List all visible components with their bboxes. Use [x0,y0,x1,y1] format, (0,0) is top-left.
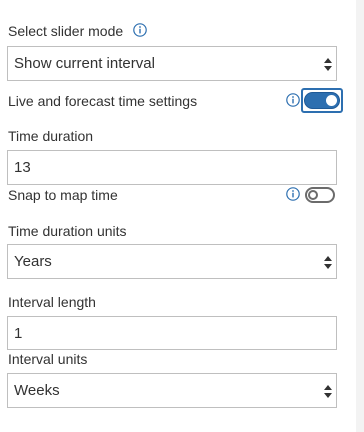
time-duration-units-label: Time duration units [8,223,127,239]
select-arrows-icon [324,385,332,398]
interval-length-input[interactable]: 1 [7,316,337,350]
snap-to-map-time-toggle[interactable] [305,187,335,203]
toggle-knob [326,95,337,106]
interval-length-value: 1 [14,325,23,342]
info-icon[interactable] [286,93,300,107]
interval-units-select[interactable]: Weeks [7,373,337,408]
time-slider-settings-panel: Select slider mode Show current interval… [0,0,348,432]
time-duration-units-value: Years [14,253,52,270]
slider-mode-select[interactable]: Show current interval [7,46,337,81]
live-forecast-toggle[interactable] [304,92,340,109]
live-forecast-label: Live and forecast time settings [8,93,198,109]
slider-mode-label: Select slider mode [8,23,124,39]
select-arrows-icon [324,58,332,71]
info-icon[interactable] [133,23,147,37]
time-duration-label: Time duration [8,128,94,144]
info-icon[interactable] [286,187,300,201]
interval-units-label: Interval units [8,351,88,367]
toggle-knob [308,190,318,200]
interval-length-label: Interval length [8,294,96,310]
interval-units-value: Weeks [14,382,60,399]
select-arrows-icon [324,256,332,269]
slider-mode-value: Show current interval [14,55,155,72]
snap-to-map-time-label: Snap to map time [8,187,118,203]
scrollbar-track[interactable] [356,0,364,432]
time-duration-input[interactable]: 13 [7,150,337,185]
time-duration-value: 13 [14,159,31,176]
time-duration-units-select[interactable]: Years [7,244,337,279]
